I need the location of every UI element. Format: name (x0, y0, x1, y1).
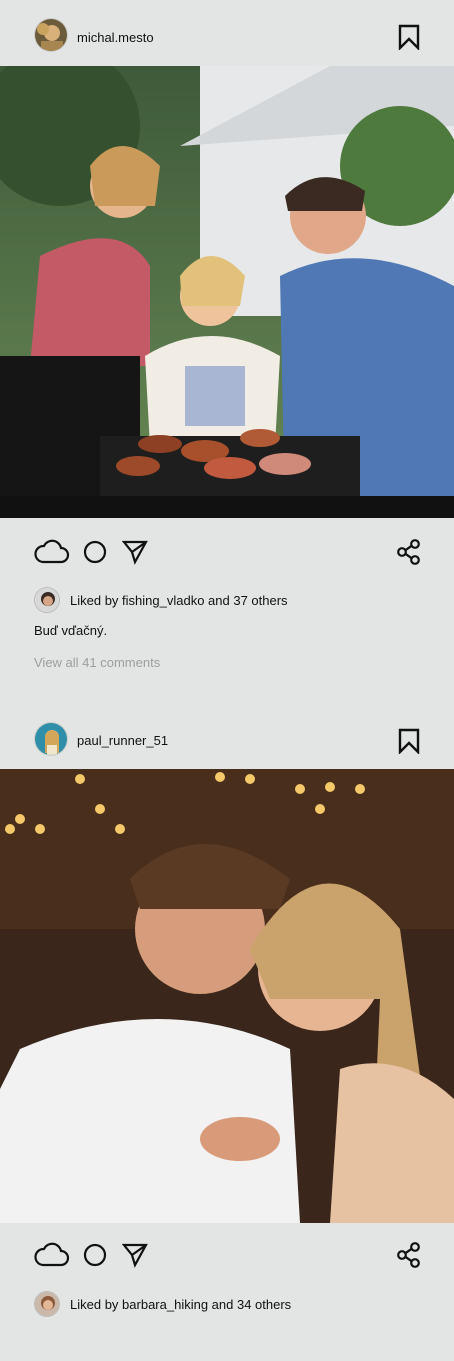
bookmark-icon[interactable] (398, 24, 420, 51)
post-actions (0, 1237, 454, 1273)
avatar[interactable] (34, 1291, 60, 1317)
liked-by-user[interactable]: barbara_hiking (122, 1297, 208, 1312)
cloud-icon[interactable] (34, 1241, 70, 1274)
liked-by-user[interactable]: fishing_vladko (122, 593, 204, 608)
post-1: michal.mesto Liked by fishing_vladko and… (0, 0, 454, 700)
liked-by-row: Liked by fishing_vladko and 37 others (34, 587, 288, 613)
liked-by-prefix: Liked by (70, 1296, 123, 1312)
cloud-icon[interactable] (34, 538, 70, 571)
circle-icon[interactable] (83, 1243, 107, 1272)
post-2: paul_runner_51 Liked by barbara_hiking a… (0, 712, 454, 1361)
avatar[interactable] (34, 18, 68, 52)
post-username[interactable]: paul_runner_51 (77, 733, 168, 748)
bookmark-icon[interactable] (398, 728, 420, 755)
avatar[interactable] (34, 722, 68, 756)
avatar[interactable] (34, 587, 60, 613)
post-actions (0, 534, 454, 570)
circle-icon[interactable] (83, 540, 107, 569)
post-header: michal.mesto (0, 10, 454, 70)
send-icon[interactable] (121, 539, 148, 570)
share-nodes-icon[interactable] (396, 539, 422, 570)
liked-by-text: Liked by fishing_vladko and 37 others (70, 593, 288, 608)
post-username[interactable]: michal.mesto (77, 30, 154, 45)
send-icon[interactable] (121, 1242, 148, 1273)
share-nodes-icon[interactable] (396, 1242, 422, 1273)
post-header: paul_runner_51 (0, 712, 454, 772)
liked-by-text: Liked by barbara_hiking and 34 others (70, 1297, 291, 1312)
liked-by-row: Liked by barbara_hiking and 34 others (34, 1291, 291, 1317)
liked-by-prefix: Liked by (70, 592, 123, 608)
post-caption: Buď vďačný. (34, 623, 108, 638)
liked-by-suffix: and 34 others (208, 1296, 292, 1312)
liked-by-suffix: and 37 others (204, 592, 288, 608)
post-photo[interactable] (0, 769, 454, 1223)
view-comments-link[interactable]: View all 41 comments (34, 655, 160, 670)
post-photo[interactable] (0, 66, 454, 518)
